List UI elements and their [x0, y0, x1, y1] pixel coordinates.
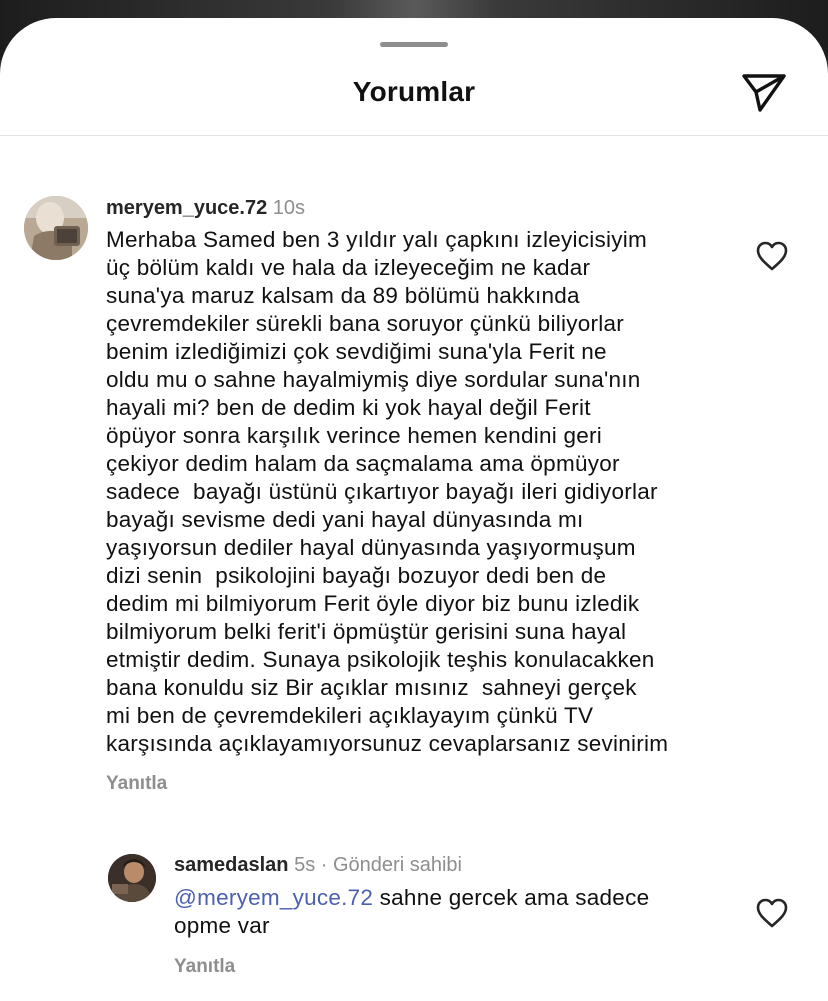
page-title: Yorumlar [352, 76, 476, 107]
mention-link[interactable]: @meryem_yuce.72 [174, 885, 373, 910]
avatar[interactable] [24, 196, 88, 260]
comments-header: Yorumlar [0, 18, 828, 136]
comments-sheet: Yorumlar meryem_yuce.72 10s Merhaba Same… [0, 18, 828, 1001]
reply-text-line2: opme var [174, 913, 270, 938]
heart-outline-icon[interactable] [755, 898, 789, 928]
reply-button[interactable]: Yanıtla [106, 773, 167, 795]
reply-button[interactable]: Yanıtla [174, 956, 235, 978]
reply-username[interactable]: samedaslan [174, 854, 289, 876]
comment-username[interactable]: meryem_yuce.72 [106, 197, 267, 219]
reply-meta: samedaslan 5s · Gönderi sahibi [174, 853, 462, 877]
avatar[interactable] [108, 854, 156, 902]
heart-outline-icon[interactable] [755, 241, 789, 271]
paper-plane-icon[interactable] [740, 70, 788, 114]
comment-time: 10s [272, 197, 306, 219]
post-owner-badge: Gönderi sahibi [333, 854, 462, 876]
comment-meta: meryem_yuce.72 10s [106, 196, 305, 220]
meta-separator: · [320, 854, 328, 876]
reply-text-line1: sahne gercek ama sadece [373, 885, 650, 910]
comment-text: Merhaba Samed ben 3 yıldır yalı çapkını … [106, 227, 669, 756]
reply-time: 5s [294, 854, 316, 876]
reply-text: @meryem_yuce.72 sahne gercek ama sadece … [174, 884, 649, 940]
